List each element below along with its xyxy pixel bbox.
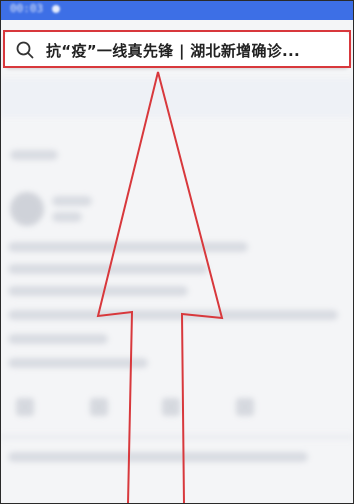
up-arrow-annotation [96, 71, 224, 504]
